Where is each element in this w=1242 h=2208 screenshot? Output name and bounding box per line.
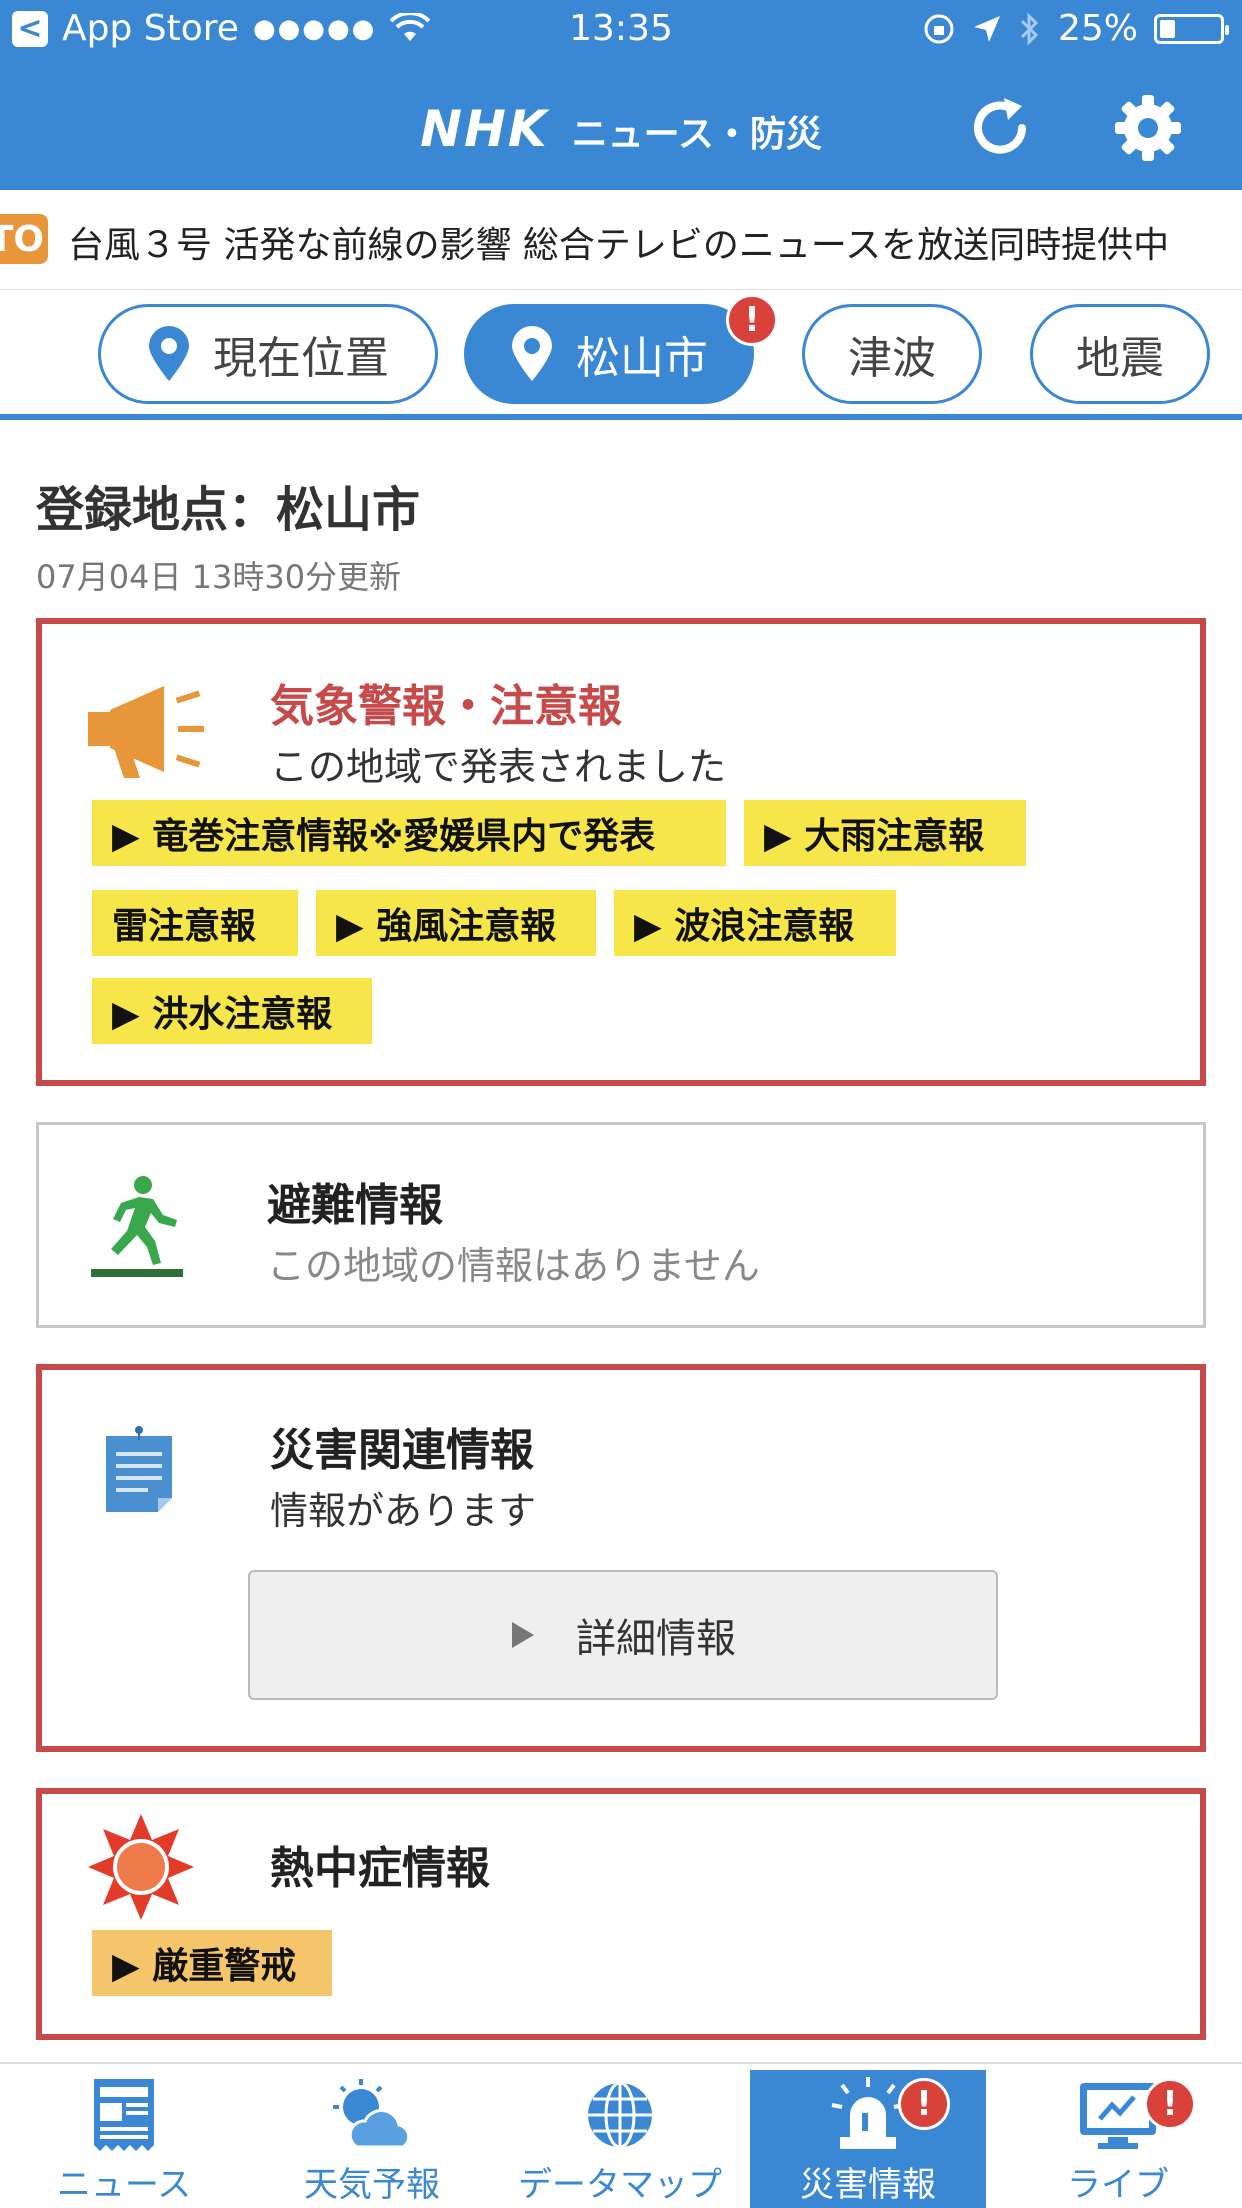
alert-badge-icon: ! — [898, 2078, 950, 2130]
tag-high-waves[interactable]: ▶ 波浪注意報 — [614, 890, 896, 956]
weather-icon — [333, 2079, 411, 2149]
location-pin-icon — [512, 326, 552, 381]
play-triangle-icon — [512, 1622, 534, 1648]
nav-label: データマップ — [518, 2165, 722, 2205]
tag-strong-wind[interactable]: ▶ 強風注意報 — [316, 890, 596, 956]
nav-label: 天気予報 — [304, 2165, 440, 2205]
screen: < App Store ●●●●● 13:35 25% NHK ニュース・防災 … — [0, 0, 1242, 2208]
nav-disaster-info[interactable]: 災害情報 — [750, 2070, 986, 2208]
alert-badge-icon: ! — [726, 294, 778, 346]
nav-news[interactable]: ニュース — [0, 2064, 248, 2208]
ticker-text: 台風３号 活発な前線の影響 総合テレビのニュースを放送同時提供中 — [68, 225, 1170, 266]
details-button-label: 詳細情報 — [576, 1616, 736, 1662]
evacuation-title: 避難情報 — [267, 1180, 443, 1231]
newspaper-icon — [94, 2079, 154, 2151]
battery-icon — [1154, 13, 1229, 44]
tab-label: 津波 — [848, 333, 936, 384]
tag-tornado-info[interactable]: ▶ 竜巻注意情報※愛媛県内で発表 — [92, 800, 726, 866]
updated-time: 07月04日 13時30分更新 — [36, 558, 402, 596]
tag-thunder: 雷注意報 — [92, 890, 298, 956]
details-button[interactable]: 詳細情報 — [248, 1570, 998, 1700]
nav-label: 災害情報 — [800, 2165, 936, 2205]
heatstroke-title: 熱中症情報 — [270, 1843, 490, 1894]
tag-severe-caution[interactable]: ▶ 厳重警戒 — [92, 1930, 332, 1996]
bottom-nav: ニュース 天気予報 データマップ 災害情報 ! ライブ ! — [0, 2062, 1242, 2208]
ticker-badge: TO — [0, 214, 48, 264]
news-ticker[interactable]: TO 台風３号 活発な前線の影響 総合テレビのニュースを放送同時提供中 — [0, 190, 1242, 290]
page-title: 登録地点：松山市 — [36, 482, 421, 538]
nav-weather[interactable]: 天気予報 — [248, 2064, 496, 2208]
location-arrow-icon — [973, 15, 1000, 42]
location-tabs: 現在位置 松山市 ! 津波 地震 — [0, 290, 1242, 420]
bluetooth-icon — [1020, 11, 1039, 46]
nav-data-map[interactable]: データマップ — [496, 2064, 744, 2208]
brand-name: NHK — [420, 100, 549, 158]
weather-warning-card: 気象警報・注意報 この地域で発表されました ▶ 竜巻注意情報※愛媛県内で発表 ▶… — [36, 618, 1206, 1086]
tab-current-location[interactable]: 現在位置 — [98, 304, 438, 404]
orientation-lock-icon — [924, 14, 954, 43]
tab-tsunami[interactable]: 津波 — [802, 304, 982, 404]
weather-warning-title: 気象警報・注意報 — [270, 681, 622, 732]
refresh-button[interactable] — [962, 90, 1038, 166]
refresh-icon — [974, 98, 1026, 154]
settings-button[interactable] — [1110, 90, 1186, 166]
gear-icon — [1115, 95, 1181, 161]
disaster-info-subtitle: 情報があります — [270, 1489, 537, 1533]
app-logo: NHK ニュース・防災 — [0, 100, 1242, 158]
tab-earthquake[interactable]: 地震 — [1030, 304, 1210, 404]
disaster-info-card: 災害関連情報 情報があります 詳細情報 — [36, 1364, 1206, 1752]
document-memo-icon — [106, 1426, 172, 1512]
heatstroke-card: 熱中症情報 ▶ 厳重警戒 — [36, 1788, 1206, 2040]
app-header: NHK ニュース・防災 — [0, 60, 1242, 190]
tag-heavy-rain[interactable]: ▶ 大雨注意報 — [744, 800, 1026, 866]
running-person-exit-icon — [91, 1176, 183, 1277]
nav-label: ニュース — [56, 2165, 192, 2205]
sun-warning-icon — [88, 1814, 194, 1920]
tag-flood[interactable]: ▶ 洪水注意報 — [92, 978, 372, 1044]
evacuation-card: 避難情報 この地域の情報はありません — [36, 1122, 1206, 1328]
disaster-info-title: 災害関連情報 — [270, 1425, 534, 1476]
tab-label: 地震 — [1076, 333, 1164, 384]
location-pin-icon — [149, 326, 189, 381]
brand-subtitle: ニュース・防災 — [571, 114, 822, 155]
battery-percent: 25% — [1057, 8, 1138, 49]
globe-icon — [588, 2081, 652, 2149]
weather-warning-subtitle: この地域で発表されました — [270, 745, 727, 789]
evacuation-subtitle: この地域の情報はありません — [267, 1244, 760, 1288]
siren-icon — [831, 2077, 905, 2149]
tab-matsuyama[interactable]: 松山市 — [464, 304, 754, 404]
nav-label: ライブ — [1067, 2165, 1169, 2205]
megaphone-icon — [88, 686, 204, 778]
alert-badge-icon: ! — [1144, 2078, 1196, 2130]
tab-label: 松山市 — [576, 333, 708, 384]
nav-live[interactable]: ライブ — [994, 2064, 1242, 2208]
status-bar: < App Store ●●●●● 13:35 25% — [0, 0, 1242, 60]
tab-label: 現在位置 — [213, 333, 389, 384]
